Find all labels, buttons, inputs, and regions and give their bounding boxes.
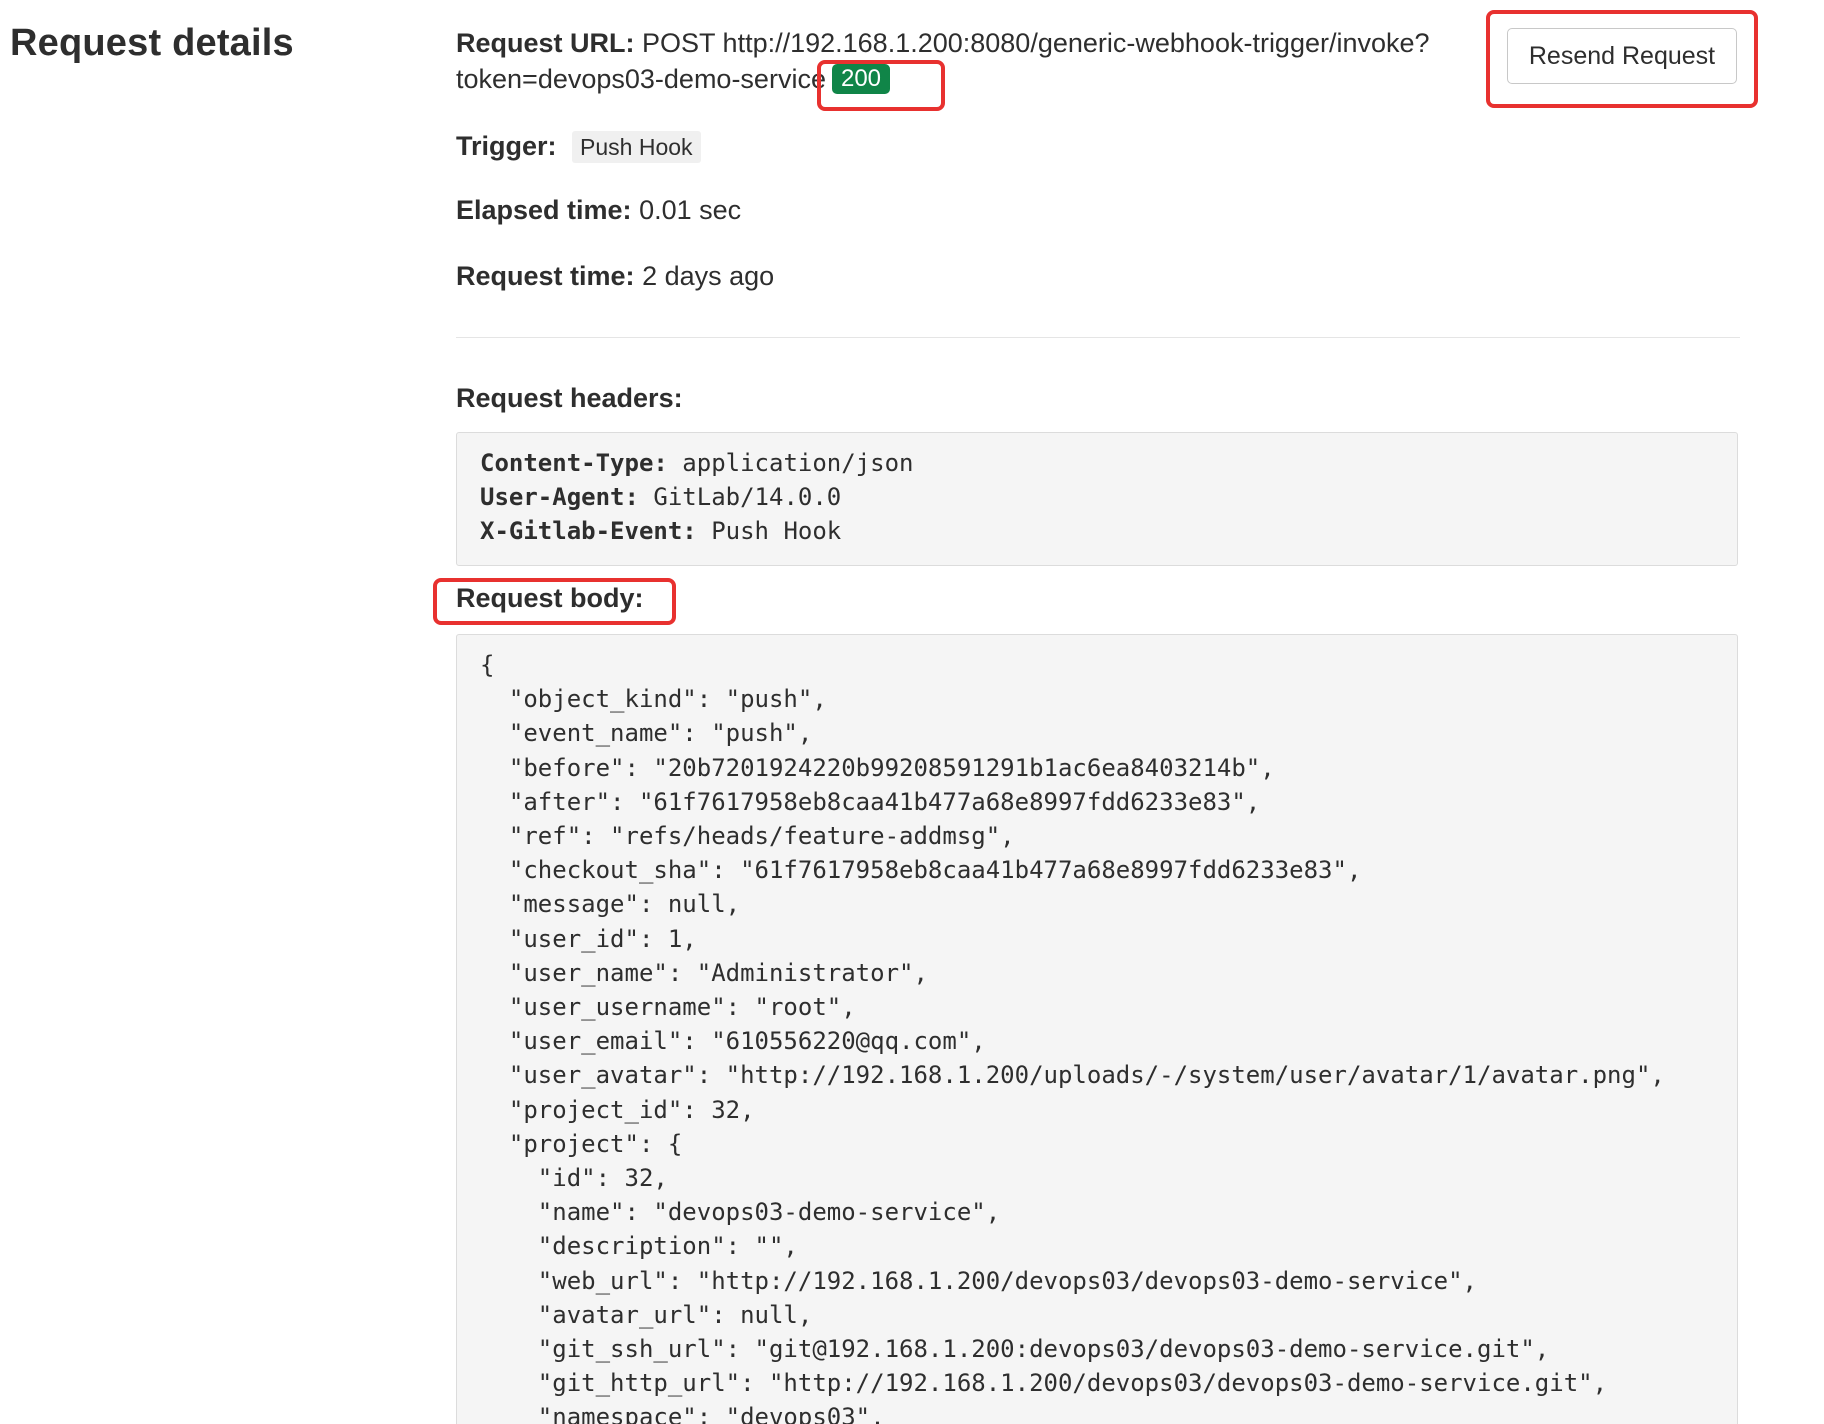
body-code-line: "user_name": "Administrator", xyxy=(480,958,928,987)
body-code-line: "user_avatar": "http://192.168.1.200/upl… xyxy=(480,1061,1665,1090)
request-body-label: Request body: xyxy=(456,583,644,613)
request-body-block: { "object_kind": "push", "event_name": "… xyxy=(456,634,1738,1424)
header-value: GitLab/14.0.0 xyxy=(653,483,842,511)
header-value: Push Hook xyxy=(711,517,842,545)
request-time-label: Request time: xyxy=(456,261,635,291)
header-key: User-Agent: xyxy=(480,483,639,511)
body-code-line: { xyxy=(480,651,495,679)
resend-request-button[interactable]: Resend Request xyxy=(1507,28,1737,84)
body-code-line: "web_url": "http://192.168.1.200/devops0… xyxy=(480,1266,1477,1295)
body-code-line: "ref": "refs/heads/feature-addmsg", xyxy=(480,822,1015,851)
body-code-line: "project": { xyxy=(480,1129,683,1158)
header-line: User-Agent: GitLab/14.0.0 xyxy=(480,480,1714,514)
trigger-label: Trigger: xyxy=(456,131,557,161)
body-code-line: "event_name": "push", xyxy=(480,719,813,748)
body-code-line: "project_id": 32, xyxy=(480,1095,755,1124)
page-title: Request details xyxy=(10,22,294,64)
request-time-row: Request time: 2 days ago xyxy=(456,258,774,294)
header-value: application/json xyxy=(682,449,914,477)
body-code-line: "message": null, xyxy=(480,890,741,919)
body-code-line: "namespace": "devops03", xyxy=(480,1403,885,1424)
elapsed-time-value: 0.01 sec xyxy=(639,195,742,225)
body-code-line: "name": "devops03-demo-service", xyxy=(480,1198,1001,1227)
status-badge: 200 xyxy=(831,64,891,94)
request-url-token: token=devops03-demo-service xyxy=(456,64,826,94)
header-line: Content-Type: application/json xyxy=(480,446,1714,480)
body-code-line: "object_kind": "push", xyxy=(480,685,827,714)
request-time-value: 2 days ago xyxy=(642,261,775,291)
elapsed-time-label: Elapsed time: xyxy=(456,195,632,225)
elapsed-time-row: Elapsed time: 0.01 sec xyxy=(456,192,741,228)
body-code-line: "git_http_url": "http://192.168.1.200/de… xyxy=(480,1369,1608,1398)
trigger-row: Trigger: Push Hook xyxy=(456,128,701,164)
header-line: X-Gitlab-Event: Push Hook xyxy=(480,514,1714,548)
header-key: X-Gitlab-Event: xyxy=(480,517,697,545)
body-code-line: "after": "61f7617958eb8caa41b477a68e8997… xyxy=(480,787,1261,816)
request-url-row: Request URL: POST http://192.168.1.200:8… xyxy=(456,25,1430,61)
body-code-line: "git_ssh_url": "git@192.168.1.200:devops… xyxy=(480,1335,1550,1364)
body-code-line: "user_email": "610556220@qq.com", xyxy=(480,1027,986,1056)
body-code-line: "user_id": 1, xyxy=(480,924,697,953)
request-url-label: Request URL: xyxy=(456,28,635,58)
body-code-line: "avatar_url": null, xyxy=(480,1300,813,1329)
body-code-line: "before": "20b7201924220b99208591291b1ac… xyxy=(480,753,1275,782)
request-headers-block: Content-Type: application/json User-Agen… xyxy=(456,432,1738,566)
request-details-page: Request details Request URL: POST http:/… xyxy=(0,0,1824,1424)
request-url-continuation: token=devops03-demo-service 200 xyxy=(456,61,891,97)
request-url-value: POST http://192.168.1.200:8080/generic-w… xyxy=(642,28,1430,58)
header-key: Content-Type: xyxy=(480,449,668,477)
body-code-line: "description": "", xyxy=(480,1232,798,1261)
trigger-badge: Push Hook xyxy=(572,131,701,163)
request-headers-label: Request headers: xyxy=(456,383,683,413)
body-code-line: "user_username": "root", xyxy=(480,993,856,1022)
body-code-line: "id": 32, xyxy=(480,1164,668,1193)
body-code-line: "checkout_sha": "61f7617958eb8caa41b477a… xyxy=(480,856,1362,885)
divider xyxy=(456,337,1740,338)
